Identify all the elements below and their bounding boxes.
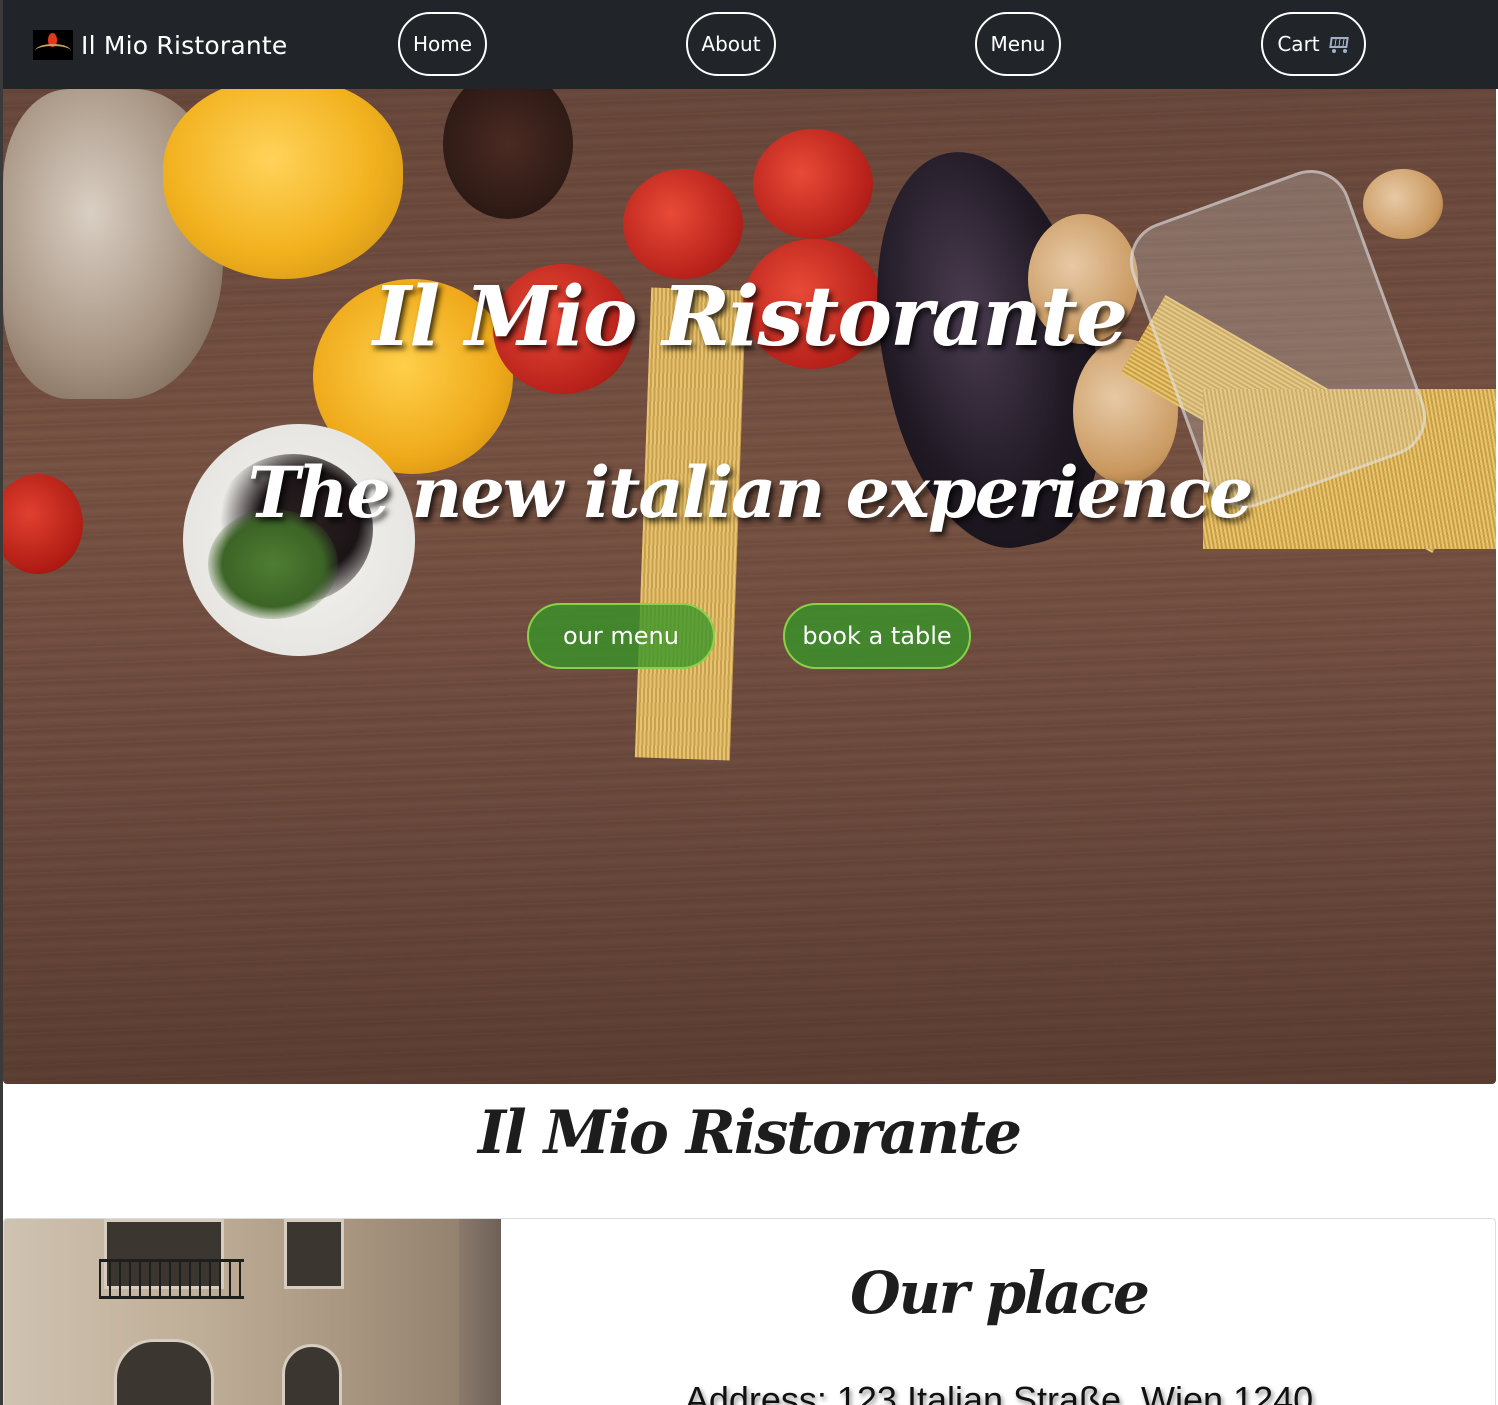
- hero-subtitle: The new italian experience: [247, 451, 1254, 534]
- brand-name: Il Mio Ristorante: [81, 30, 288, 60]
- hero-banner: Il Mio Ristorante The new italian experi…: [3, 89, 1496, 1084]
- cart-wheel-left: [1331, 49, 1336, 53]
- yellow-pepper-image: [163, 89, 403, 279]
- hero-title: Il Mio Ristorante: [372, 269, 1128, 365]
- address-text: Address: 123 Italian Straße, Wien 1240: [684, 1379, 1314, 1405]
- window-shape: [284, 1219, 344, 1289]
- our-menu-label: our menu: [563, 622, 679, 650]
- our-menu-button[interactable]: our menu: [527, 603, 715, 669]
- nav-home-label: Home: [412, 32, 473, 56]
- pillar-shape: [459, 1219, 501, 1405]
- building-image: [4, 1219, 501, 1405]
- arched-window-shape: [282, 1344, 342, 1405]
- book-table-label: book a table: [802, 622, 952, 650]
- nav-menu-label: Menu: [990, 32, 1046, 56]
- nav-home-button[interactable]: Home: [398, 12, 487, 76]
- nav-about-button[interactable]: About: [686, 12, 776, 76]
- brand[interactable]: Il Mio Ristorante: [33, 26, 288, 64]
- tomato-image: [623, 169, 743, 279]
- tomato-image: [753, 129, 873, 239]
- section-title: Il Mio Ristorante: [477, 1098, 1022, 1168]
- our-place-card: Our place Address: 123 Italian Straße, W…: [3, 1218, 1496, 1405]
- book-table-button[interactable]: book a table: [783, 603, 971, 669]
- arched-window-shape: [114, 1339, 214, 1405]
- cart-icon: [1328, 35, 1350, 53]
- restaurant-logo-icon: [33, 30, 73, 60]
- dark-jar-image: [443, 89, 573, 219]
- navbar: Il Mio Ristorante Home About Menu Cart: [3, 0, 1498, 89]
- nav-cart-button[interactable]: Cart: [1261, 12, 1366, 76]
- balcony-railing: [99, 1259, 244, 1299]
- onion-image: [1363, 169, 1443, 239]
- arc-shape: [35, 44, 71, 58]
- nav-cart-label: Cart: [1277, 32, 1320, 56]
- nav-menu-button[interactable]: Menu: [975, 12, 1061, 76]
- nav-about-label: About: [701, 32, 761, 56]
- cart-wheel-right: [1342, 49, 1347, 53]
- our-place-title: Our place: [850, 1259, 1150, 1327]
- cart-basket-shape: [1328, 37, 1349, 48]
